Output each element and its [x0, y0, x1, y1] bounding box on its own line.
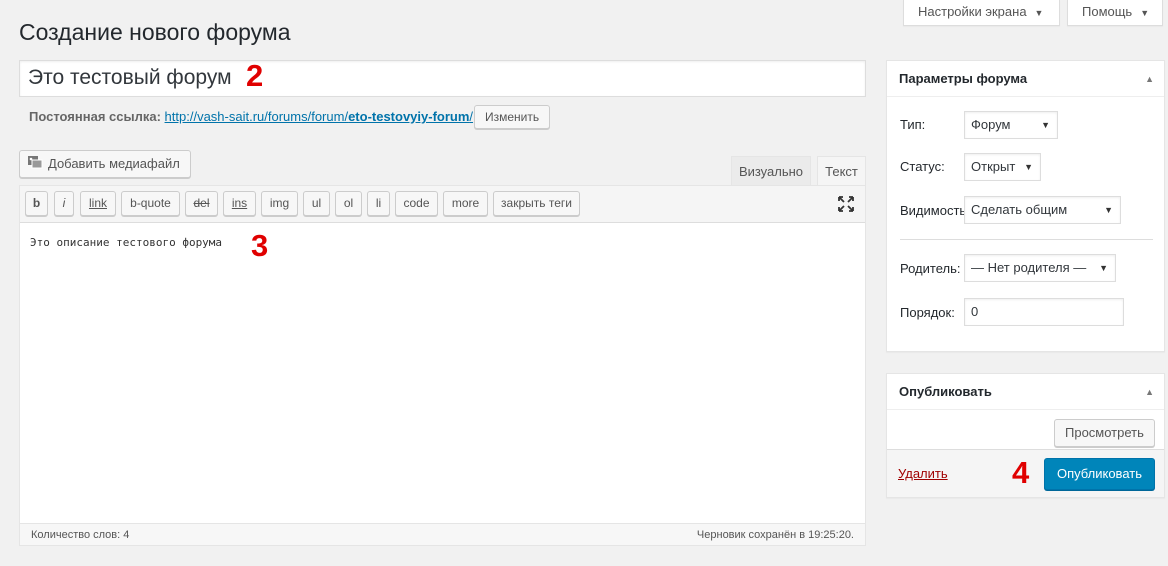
preview-button[interactable]: Просмотреть — [1054, 419, 1155, 447]
caret-down-icon: ▼ — [1034, 8, 1044, 18]
permalink-row: Постоянная ссылка: http://vash-sait.ru/f… — [29, 109, 473, 124]
status-value: Открыт — [971, 159, 1016, 174]
forum-params-title: Параметры форума — [899, 71, 1028, 86]
status-label: Статус: — [900, 159, 945, 174]
qt-img-button[interactable]: img — [261, 191, 298, 216]
add-media-label: Добавить медиафайл — [48, 156, 180, 171]
dropdown-arrow-icon: ▼ — [1024, 162, 1033, 172]
qt-ul-button[interactable]: ul — [303, 191, 330, 216]
order-label: Порядок: — [900, 305, 955, 320]
tab-visual[interactable]: Визуально — [731, 156, 811, 186]
type-select[interactable]: Форум ▼ — [964, 111, 1058, 139]
help-label: Помощь — [1082, 4, 1133, 19]
annotation-2: 2 — [246, 58, 264, 93]
draft-saved-status: Черновик сохранён в 19:25:20. — [696, 529, 854, 541]
publish-title: Опубликовать — [899, 384, 992, 399]
qt-bold-button[interactable]: b — [25, 191, 48, 216]
help-button[interactable]: Помощь ▼ — [1067, 0, 1163, 26]
qt-li-button[interactable]: li — [367, 191, 390, 216]
qt-bquote-button[interactable]: b-quote — [121, 191, 180, 216]
screen-options-button[interactable]: Настройки экрана ▼ — [903, 0, 1060, 26]
dropdown-arrow-icon: ▼ — [1104, 205, 1113, 215]
qt-del-button[interactable]: del — [185, 191, 218, 216]
qt-close-tags-button[interactable]: закрыть теги — [493, 191, 580, 216]
editor: b i link b-quote del ins img ul ol li co… — [19, 185, 866, 546]
parent-label: Родитель: — [900, 261, 961, 276]
annotation-3: 3 — [251, 228, 269, 263]
qt-link-button[interactable]: link — [80, 191, 116, 216]
publish-header[interactable]: Опубликовать ▲ — [887, 374, 1164, 410]
edit-permalink-button[interactable]: Изменить — [474, 105, 551, 129]
screen-options-label: Настройки экрана — [918, 4, 1027, 19]
add-media-button[interactable]: Добавить медиафайл — [19, 150, 191, 178]
type-value: Форум — [971, 117, 1011, 132]
type-label: Тип: — [900, 117, 926, 132]
fullscreen-icon[interactable] — [837, 195, 855, 213]
forum-params-header[interactable]: Параметры форума ▲ — [887, 61, 1164, 97]
forum-title-value: Это тестовый форум — [28, 66, 232, 89]
qt-italic-button[interactable]: i — [54, 191, 74, 216]
page-title: Создание нового форума — [19, 19, 291, 45]
order-input[interactable]: 0 — [964, 298, 1124, 326]
qt-ins-button[interactable]: ins — [223, 191, 256, 216]
caret-down-icon: ▼ — [1140, 8, 1150, 18]
dropdown-arrow-icon: ▼ — [1099, 263, 1108, 273]
collapse-icon[interactable]: ▲ — [1145, 61, 1154, 97]
collapse-icon[interactable]: ▲ — [1145, 374, 1154, 410]
visibility-label: Видимость: — [900, 203, 964, 218]
editor-content: Это описание тестового форума — [30, 236, 223, 249]
qt-more-button[interactable]: more — [443, 191, 488, 216]
tab-text[interactable]: Текст — [817, 156, 866, 186]
visibility-value: Сделать общим — [971, 202, 1068, 217]
editor-content-textarea[interactable]: Это описание тестового форума — [30, 236, 850, 249]
forum-title-input[interactable]: Это тестовый форум — [19, 60, 866, 97]
dropdown-arrow-icon: ▼ — [1041, 120, 1050, 130]
order-value: 0 — [971, 304, 979, 319]
parent-value: — Нет родителя — — [971, 260, 1087, 275]
media-icon — [28, 152, 43, 169]
permalink-link[interactable]: http://vash-sait.ru/forums/forum/eto-tes… — [165, 109, 474, 124]
delete-link[interactable]: Удалить — [898, 466, 948, 481]
quicktags-toolbar: b i link b-quote del ins img ul ol li co… — [20, 186, 865, 223]
annotation-4: 4 — [1012, 455, 1030, 490]
qt-code-button[interactable]: code — [395, 191, 438, 216]
qt-ol-button[interactable]: ol — [335, 191, 362, 216]
permalink-label: Постоянная ссылка: — [29, 109, 161, 124]
status-select[interactable]: Открыт ▼ — [964, 153, 1041, 181]
word-count: Количество слов: 4 — [31, 529, 130, 541]
publish-button[interactable]: Опубликовать — [1044, 458, 1155, 490]
parent-select[interactable]: — Нет родителя — ▼ — [964, 254, 1116, 282]
divider — [900, 239, 1153, 240]
editor-statusbar: Количество слов: 4 Черновик сохранён в 1… — [20, 523, 865, 545]
forum-params-box: Параметры форума ▲ Тип: Форум ▼ Статус: О… — [886, 60, 1165, 352]
visibility-select[interactable]: Сделать общим ▼ — [964, 196, 1121, 224]
